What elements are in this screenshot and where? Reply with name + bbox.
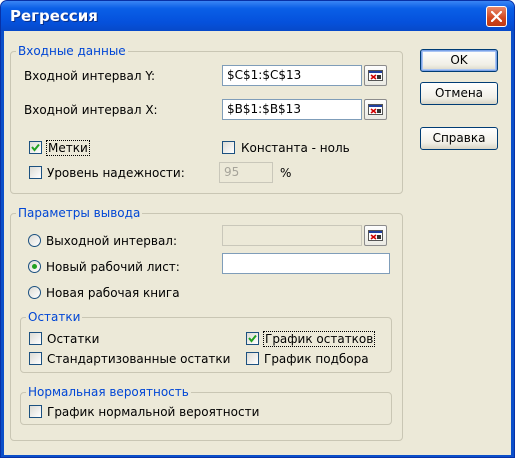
normal-plot-checkbox[interactable] <box>29 405 42 418</box>
confidence-field[interactable]: 95 <box>219 162 273 183</box>
confidence-label: Уровень надежности: <box>47 166 185 180</box>
new-book-label: Новая рабочая книга <box>46 286 180 300</box>
dialog-window: Регрессия Входные данные Входной интерва… <box>0 0 515 458</box>
new-book-radio[interactable] <box>28 286 41 299</box>
input-y-ref-button[interactable] <box>364 65 387 86</box>
collapse-dialog-icon <box>368 230 383 241</box>
dialog-client: Входные данные Входной интервал Y: $C$1:… <box>4 31 511 455</box>
input-x-field[interactable]: $B$1:$B$13 <box>222 99 362 120</box>
title-bar: Регрессия <box>1 1 514 31</box>
window-title: Регрессия <box>10 7 98 25</box>
residuals-checkbox[interactable] <box>29 332 42 345</box>
residuals-legend: Остатки <box>26 310 83 324</box>
output-range-label: Выходной интервал: <box>46 234 178 248</box>
const-zero-checkbox[interactable] <box>222 141 235 154</box>
new-sheet-radio[interactable] <box>28 260 41 273</box>
fit-plot-checkbox[interactable] <box>246 352 259 365</box>
std-residuals-label: Стандартизованные остатки <box>47 352 231 366</box>
ok-button[interactable]: OK <box>420 49 498 72</box>
residual-plot-checkbox[interactable] <box>246 332 259 345</box>
residuals-label: Остатки <box>47 332 100 346</box>
std-residuals-checkbox[interactable] <box>29 352 42 365</box>
new-sheet-label: Новый рабочий лист: <box>46 260 180 274</box>
output-options-legend: Параметры вывода <box>16 206 143 220</box>
output-range-field[interactable] <box>222 225 362 246</box>
output-range-ref-button[interactable] <box>364 225 387 246</box>
normal-plot-label: График нормальной вероятности <box>47 405 260 419</box>
confidence-unit: % <box>280 166 292 180</box>
output-range-radio[interactable] <box>28 234 41 247</box>
labels-label: Метки <box>46 140 90 156</box>
const-zero-label: Константа - ноль <box>241 141 350 155</box>
residual-plot-label: График остатков <box>262 331 376 347</box>
labels-checkbox[interactable] <box>29 141 42 154</box>
input-y-label: Входной интервал Y: <box>24 69 156 83</box>
collapse-dialog-icon <box>368 104 383 115</box>
check-icon <box>31 143 40 152</box>
collapse-dialog-icon <box>368 70 383 81</box>
input-x-label: Входной интервал X: <box>24 103 158 117</box>
fit-plot-label: График подбора <box>264 352 369 366</box>
confidence-checkbox[interactable] <box>29 166 42 179</box>
close-icon <box>491 11 502 22</box>
input-x-ref-button[interactable] <box>364 99 387 120</box>
cancel-button[interactable]: Отмена <box>420 82 498 105</box>
close-button[interactable] <box>486 6 507 27</box>
input-data-legend: Входные данные <box>16 44 128 58</box>
help-button[interactable]: Справка <box>420 127 498 150</box>
input-y-field[interactable]: $C$1:$C$13 <box>222 65 362 86</box>
normal-probability-legend: Нормальная вероятность <box>26 385 191 399</box>
check-icon <box>248 334 257 343</box>
new-sheet-field[interactable] <box>222 253 390 274</box>
